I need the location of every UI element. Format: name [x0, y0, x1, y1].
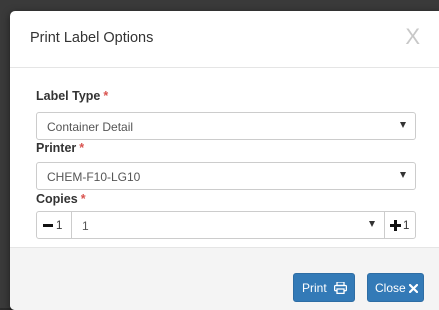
print-button-label: Print [302, 281, 327, 295]
printer-select[interactable]: CHEM-F10-LG10 [36, 162, 416, 190]
printer-value: CHEM-F10-LG10 [47, 170, 141, 184]
required-asterisk: * [80, 192, 86, 206]
times-icon [409, 284, 418, 293]
printer-icon [334, 282, 347, 294]
dialog-header: Print Label Options X [10, 11, 439, 68]
close-button[interactable]: Close [367, 273, 424, 302]
copies-value: 1 [82, 219, 89, 233]
minus-icon [43, 224, 53, 227]
dialog-body: Label Type * Container Detail Printer * CH… [10, 68, 439, 246]
printer-label: Printer * [36, 141, 84, 155]
increment-step: 1 [403, 220, 410, 232]
dialog-title: Print Label Options [30, 30, 154, 46]
caret-down-icon [400, 122, 406, 128]
caret-down-icon [369, 221, 375, 227]
label-type-label: Label Type * [36, 89, 108, 103]
required-asterisk: * [79, 141, 85, 155]
copies-label-text: Copies [36, 192, 78, 206]
close-button-label: Close [375, 281, 406, 295]
decrement-button[interactable]: 1 [36, 211, 72, 239]
copies-select[interactable]: 1 [71, 211, 385, 239]
increment-button[interactable]: 1 [384, 211, 416, 239]
decrement-step: 1 [56, 220, 63, 232]
dialog-close-x-button[interactable]: X [405, 24, 420, 50]
print-button[interactable]: Print [293, 273, 355, 302]
label-type-label-text: Label Type [36, 89, 101, 103]
required-asterisk: * [103, 89, 109, 103]
label-type-value: Container Detail [47, 120, 134, 134]
printer-label-text: Printer [36, 141, 77, 155]
copies-label: Copies * [36, 192, 86, 206]
plus-icon [390, 220, 401, 231]
label-type-select[interactable]: Container Detail [36, 112, 416, 140]
caret-down-icon [400, 172, 406, 178]
dialog-footer: Print Close [10, 247, 439, 310]
copies-stepper: 1 1 1 [36, 211, 416, 239]
print-label-dialog: Print Label Options X Label Type * Contai… [10, 11, 439, 310]
